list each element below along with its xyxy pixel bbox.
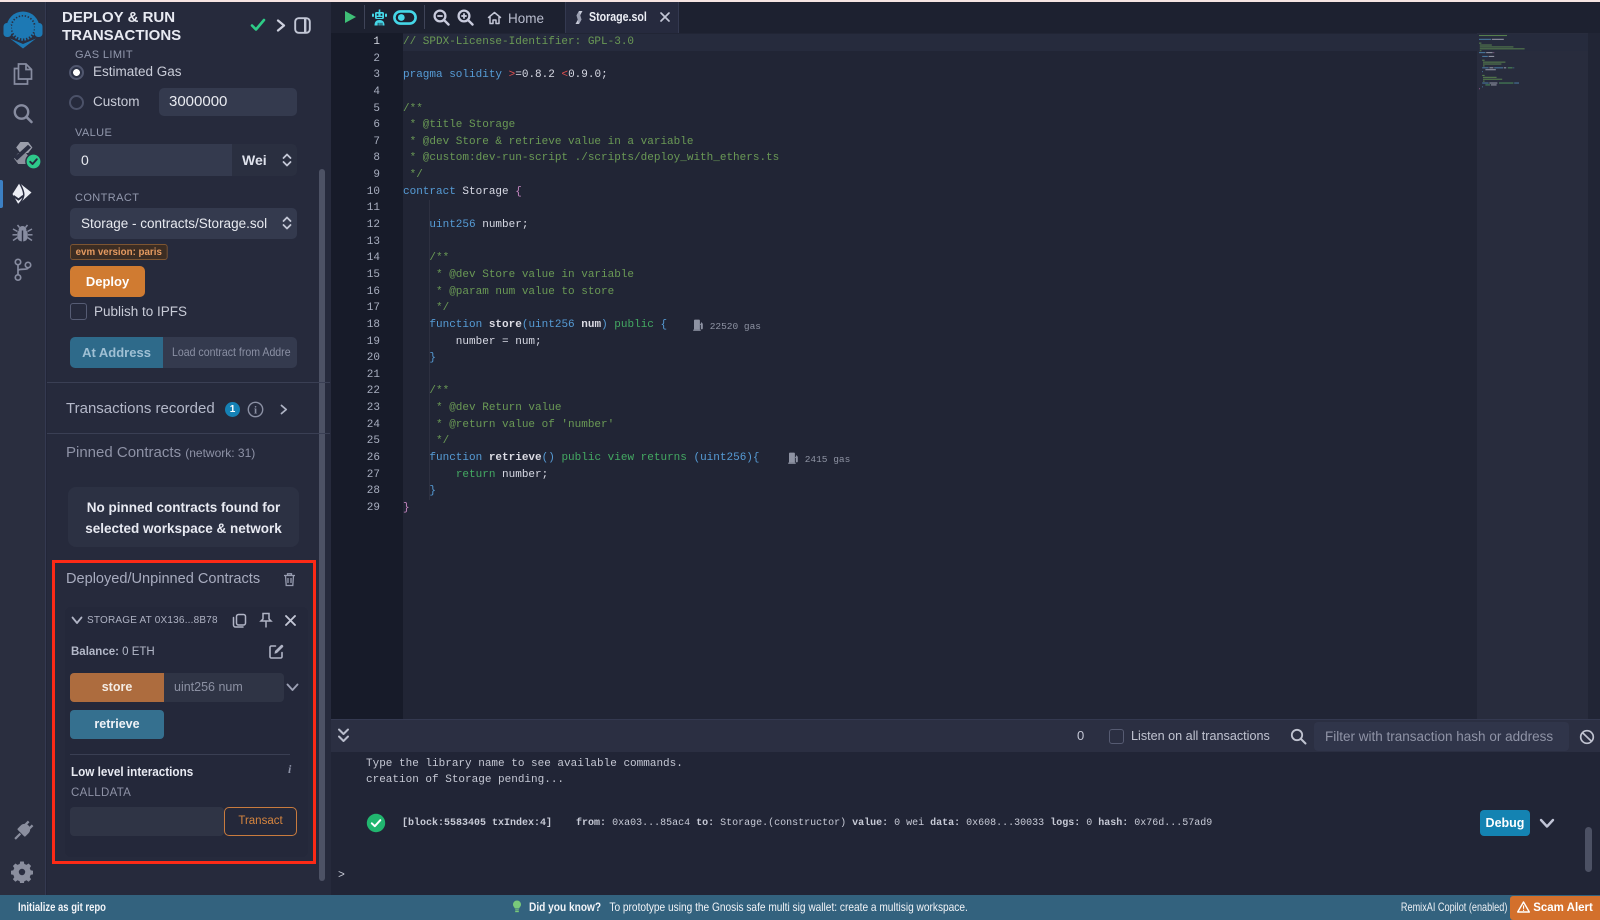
svg-text:i: i bbox=[254, 405, 257, 417]
